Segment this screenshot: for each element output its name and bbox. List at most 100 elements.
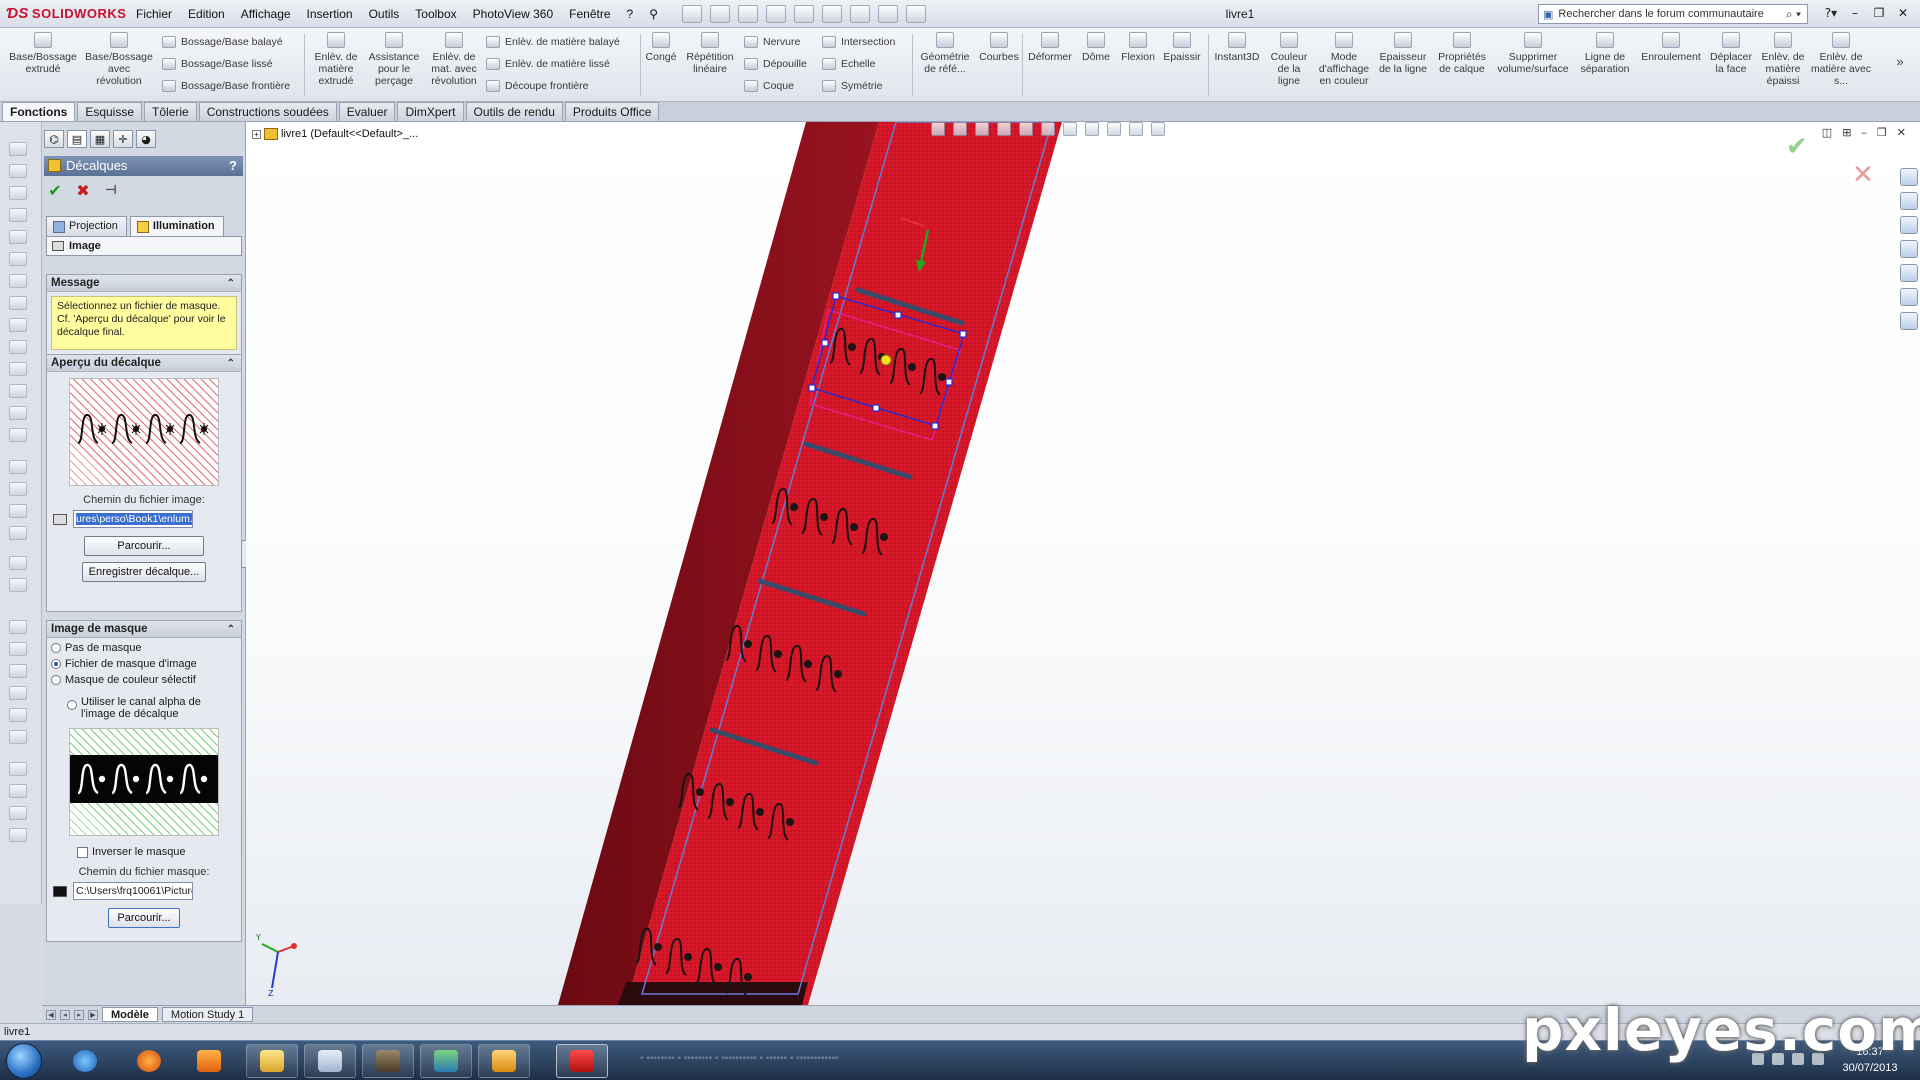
move-entities-icon[interactable] <box>9 504 27 518</box>
menu-photoview[interactable]: PhotoView 360 <box>465 0 562 28</box>
edit-appearance-icon[interactable] <box>1085 122 1099 136</box>
enroulement-button[interactable]: Enroulement <box>1638 32 1704 63</box>
image-path-field[interactable]: ures\perso\Book1\enlum.jpg <box>73 510 193 528</box>
pushpin-icon[interactable]: ⊣ <box>102 182 120 200</box>
proprietes-calque-button[interactable]: Propriétés de calque <box>1432 32 1492 75</box>
bossage-lisse-button[interactable]: Bossage/Base lissé <box>162 56 273 72</box>
tab-projection[interactable]: Projection <box>46 216 127 236</box>
start-button[interactable] <box>6 1043 42 1079</box>
view-settings-icon[interactable] <box>1129 122 1143 136</box>
expand-icon[interactable]: + <box>252 129 261 139</box>
radio-fichier-masque[interactable]: Fichier de masque d'image <box>51 658 241 670</box>
sketch-tool-icon[interactable] <box>9 142 27 156</box>
menu-edition[interactable]: Edition <box>180 0 233 28</box>
media-player-icon[interactable] <box>184 1044 234 1078</box>
open-document-icon[interactable] <box>710 4 730 23</box>
save-decal-button[interactable]: Enregistrer décalque... <box>82 562 206 582</box>
tab-modele[interactable]: Modèle <box>102 1007 158 1022</box>
design-library-icon[interactable] <box>1900 192 1918 210</box>
rebuild-icon[interactable] <box>850 4 870 23</box>
epaisseur-ligne-button[interactable]: Epaisseur de la ligne <box>1376 32 1430 75</box>
collapse-icon[interactable]: ⌃ <box>227 275 235 292</box>
text-tool-icon[interactable] <box>9 384 27 398</box>
tab-fonctions[interactable]: Fonctions <box>2 102 76 121</box>
fillet-sketch-icon[interactable] <box>9 362 27 376</box>
enlev-avec-s-button[interactable]: Enlèv. de matière avec s... <box>1810 32 1872 87</box>
folder-icon[interactable] <box>1900 240 1918 258</box>
search-icon[interactable]: ⌕ ▾ <box>1786 7 1801 22</box>
courbes-button[interactable]: Courbes <box>976 32 1022 63</box>
dimxpert-manager-tab-icon[interactable]: ✛ <box>113 130 133 148</box>
rectangle-tool-icon[interactable] <box>9 186 27 200</box>
geometrie-ref-button[interactable]: Géométrie de réfé... <box>914 32 976 75</box>
trim-tool-icon[interactable] <box>9 406 27 420</box>
firefox-icon[interactable] <box>124 1044 174 1078</box>
file-explorer-icon[interactable] <box>1900 216 1918 234</box>
tile-view-icon[interactable]: ⊞ <box>1842 126 1851 139</box>
graphics-viewport[interactable]: + livre1 (Default<<Default>_... ◫ ⊞ – ❐ … <box>246 122 1920 1005</box>
menu-fenetre[interactable]: Fenêtre <box>561 0 618 28</box>
mode-affichage-button[interactable]: Mode d'affichage en couleur <box>1314 32 1374 87</box>
invert-mask-checkbox[interactable]: Inverser le masque <box>77 846 241 858</box>
tab-image[interactable]: Image <box>46 236 242 256</box>
ok-check-icon[interactable]: ✔ <box>46 182 64 200</box>
zoom-area-icon[interactable] <box>953 122 967 136</box>
enlev-epaissi-button[interactable]: Enlèv. de matière épaissi <box>1758 32 1808 87</box>
previous-view-icon[interactable] <box>975 122 989 136</box>
view-orient-icon[interactable] <box>9 730 27 744</box>
zoom-to-fit-icon[interactable] <box>931 122 945 136</box>
plane-icon[interactable] <box>9 620 27 634</box>
radio-masque-couleur[interactable]: Masque de couleur sélectif <box>51 674 241 686</box>
tab-evaluer[interactable]: Evaluer <box>338 102 396 121</box>
options-icon[interactable] <box>906 4 926 23</box>
enlev-balaye-button[interactable]: Enlèv. de matière balayé <box>486 34 620 50</box>
symetrie-button[interactable]: Symétrie <box>822 78 882 94</box>
more-commands-icon[interactable]: » <box>1890 55 1910 68</box>
appearances-icon[interactable] <box>1900 288 1918 306</box>
custom-properties-icon[interactable] <box>1900 312 1918 330</box>
browse-image-button[interactable]: Parcourir... <box>84 536 204 556</box>
community-search-input[interactable]: ▣ Rechercher dans le forum communautaire… <box>1538 4 1808 24</box>
tab-constructions-soudees[interactable]: Constructions soudées <box>198 102 337 121</box>
menu-outils[interactable]: Outils <box>361 0 408 28</box>
mate-reference-icon[interactable] <box>9 708 27 722</box>
browse-mask-button[interactable]: Parcourir... <box>108 908 180 928</box>
measure-icon[interactable] <box>9 784 27 798</box>
tab-produits-office[interactable]: Produits Office <box>564 102 660 121</box>
line-tool-icon[interactable] <box>9 164 27 178</box>
viewport-close-icon[interactable]: ✕ <box>1897 126 1906 139</box>
feature-tree-root[interactable]: + livre1 (Default<<Default>_... <box>252 128 418 140</box>
menu-help[interactable]: ? <box>619 0 642 28</box>
coque-button[interactable]: Coque <box>744 78 794 94</box>
menu-fichier[interactable]: Fichier <box>128 0 180 28</box>
instant3d-button[interactable]: Instant3D <box>1210 32 1264 63</box>
view-orientation-icon[interactable] <box>1019 122 1033 136</box>
pm-help-icon[interactable]: ? <box>229 156 237 176</box>
base-bossage-revolution-button[interactable]: Base/Bossage avec révolution <box>84 32 154 87</box>
circle-tool-icon[interactable] <box>9 208 27 222</box>
flexion-button[interactable]: Flexion <box>1116 32 1160 63</box>
file-properties-icon[interactable] <box>878 4 898 23</box>
solidworks-resources-icon[interactable] <box>1900 168 1918 186</box>
bossage-frontiere-button[interactable]: Bossage/Base frontière <box>162 78 290 94</box>
display-manager-tab-icon[interactable]: ◕ <box>136 130 156 148</box>
apply-scene-icon[interactable] <box>1107 122 1121 136</box>
enlev-extrude-button[interactable]: Enlèv. de matière extrudé <box>308 32 364 87</box>
couleur-ligne-button[interactable]: Couleur de la ligne <box>1266 32 1312 87</box>
feature-manager-tab-icon[interactable]: ⌬ <box>44 130 64 148</box>
apercu-header[interactable]: Aperçu du décalque ⌃ <box>47 355 241 372</box>
section-view-icon[interactable] <box>9 806 27 820</box>
help-icon[interactable]: ?▾ <box>1822 4 1840 22</box>
hide-show-items-icon[interactable] <box>1063 122 1077 136</box>
viewport-restore-icon[interactable]: ❐ <box>1877 126 1887 139</box>
dimension-icon[interactable] <box>9 578 27 592</box>
pin-icon[interactable]: ⚲ <box>641 0 666 28</box>
polygon-tool-icon[interactable] <box>9 274 27 288</box>
tab-esquisse[interactable]: Esquisse <box>77 102 143 121</box>
pattern-sketch-icon[interactable] <box>9 482 27 496</box>
display-style-icon[interactable] <box>1041 122 1055 136</box>
collapse-icon[interactable]: ⌃ <box>227 355 235 372</box>
offset-tool-icon[interactable] <box>9 428 27 442</box>
appearance-icon[interactable] <box>9 828 27 842</box>
conge-button[interactable]: Congé <box>642 32 680 63</box>
